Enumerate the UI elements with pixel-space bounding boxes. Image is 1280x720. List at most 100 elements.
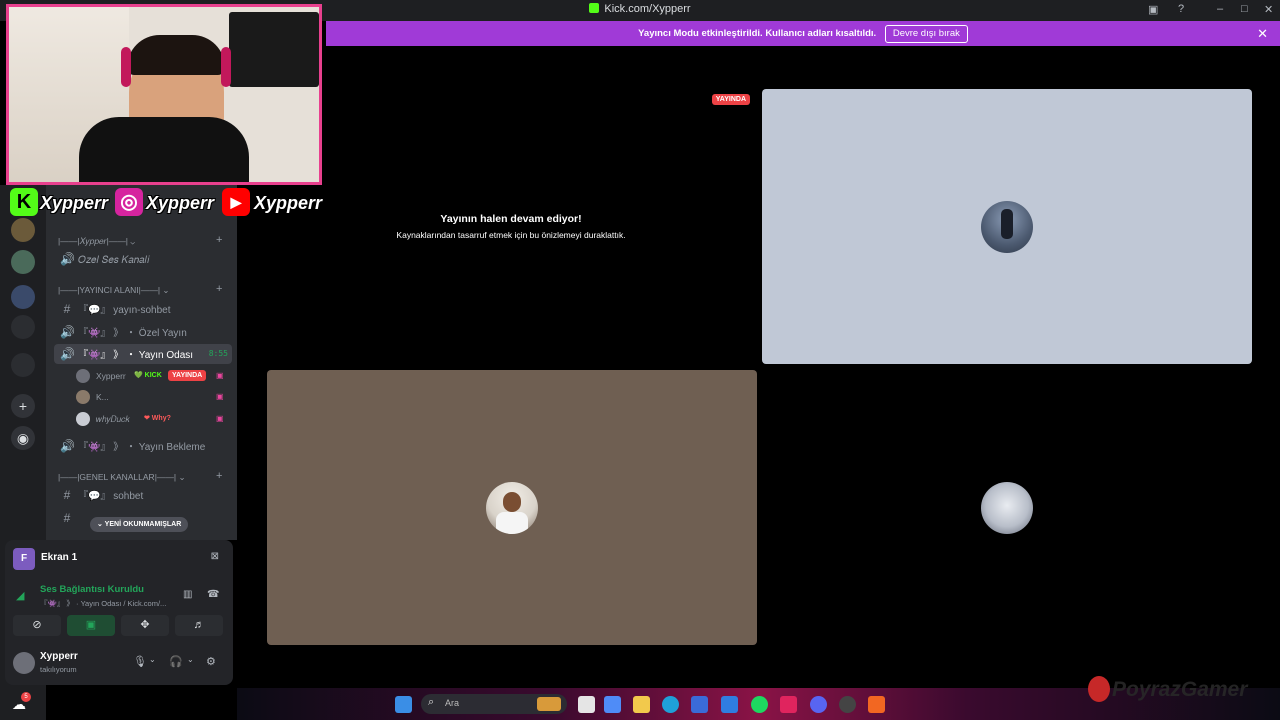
- chevron-down-icon[interactable]: ⌄: [149, 655, 156, 664]
- speaker-icon: 🔊: [60, 439, 75, 453]
- notice-close-icon[interactable]: ✕: [1257, 21, 1268, 46]
- watermark: PoyrazGamer: [1088, 672, 1258, 708]
- search-icon: ⌕: [428, 696, 435, 708]
- streamer-hair: [127, 35, 225, 75]
- avatar: [76, 412, 90, 426]
- category-header[interactable]: |——|GENEL KANALLAR|——| ⌄ +: [58, 470, 222, 483]
- minimize-button[interactable]: –: [1217, 3, 1223, 15]
- participant-tile[interactable]: [762, 89, 1252, 364]
- add-server-icon[interactable]: +: [11, 394, 35, 418]
- speaker-icon: 🔊: [60, 347, 75, 361]
- voice-user[interactable]: 𝑤ℎ𝑦𝐷𝑢𝑐𝑘 ❤ Why? ▣: [76, 410, 232, 428]
- stream-icon: ▣: [216, 371, 224, 380]
- screen-share-button[interactable]: ▣: [67, 615, 115, 636]
- add-channel-icon[interactable]: +: [216, 283, 222, 295]
- stream-tile[interactable]: YAYINDA Yayının halen devam ediyor! Kayn…: [266, 89, 756, 364]
- maximize-button[interactable]: □: [1241, 3, 1248, 15]
- participant-tile[interactable]: [762, 370, 1252, 645]
- call-stage: YAYINDA Yayının halen devam ediyor! Kayn…: [237, 46, 1280, 720]
- chevron-down-icon: ⌄: [178, 472, 186, 482]
- gear-icon[interactable]: ⚙: [206, 655, 216, 668]
- notification-badge: 5: [21, 692, 31, 702]
- add-channel-icon[interactable]: +: [216, 234, 222, 246]
- edge-icon[interactable]: [662, 696, 679, 713]
- connection-icon[interactable]: ◢: [16, 589, 24, 602]
- widgets-icon[interactable]: [604, 696, 621, 713]
- activities-icon: ✥: [140, 619, 150, 631]
- windows-start-icon[interactable]: [395, 696, 412, 713]
- speaker-icon: 🔊: [60, 252, 75, 266]
- stream-paused-subtitle: Kaynaklarından tasarruf etmek için bu ön…: [396, 230, 626, 240]
- mail-icon[interactable]: [721, 696, 738, 713]
- screen-share-icon: F: [13, 548, 35, 570]
- streamer-shirt: [79, 117, 249, 182]
- channel-sohbet[interactable]: # 『💬』 sohbet: [54, 485, 232, 505]
- disconnect-icon[interactable]: ☎: [207, 589, 219, 600]
- soundboard-icon: ♬: [193, 619, 205, 631]
- participant-avatar: [486, 481, 538, 534]
- headphone-icon: [121, 47, 131, 87]
- user-name[interactable]: Xypperr: [40, 651, 78, 662]
- channel-ozel-yayin[interactable]: 🔊 『👾』 》 ・ Özel Yayın: [54, 322, 232, 342]
- user-tag: 💚 KICK: [134, 372, 162, 379]
- spotify-icon[interactable]: [751, 696, 768, 713]
- app-icon[interactable]: [868, 696, 885, 713]
- stop-screen-share-icon[interactable]: ⊠: [211, 551, 219, 562]
- disable-streamer-mode-button[interactable]: Devre dışı bırak: [884, 25, 968, 43]
- server-icon[interactable]: [11, 285, 35, 309]
- noise-suppression-icon[interactable]: ▥: [183, 589, 192, 600]
- channel-yayin-sohbet[interactable]: # 『💬』 yayın-sohbet: [54, 299, 232, 319]
- category-header[interactable]: |——|YAYINCI ALANI|——| ⌄ +: [58, 283, 222, 296]
- opera-icon[interactable]: [780, 696, 797, 713]
- camera-off-icon: ⊘: [32, 619, 42, 631]
- voice-user-name: K...: [96, 392, 109, 402]
- screen-share-icon: ▣: [85, 619, 97, 631]
- activities-button[interactable]: ✥: [121, 615, 169, 636]
- channel-yayin-odasi[interactable]: 🔊 『👾』 》 ・ Yayın Odası 8:55: [54, 344, 232, 364]
- discord-icon[interactable]: [810, 696, 827, 713]
- task-view-icon[interactable]: [578, 696, 595, 713]
- live-badge: YAYINDA: [168, 370, 207, 381]
- participant-avatar: [981, 200, 1033, 253]
- voice-user[interactable]: Xypperr 💚 KICK YAYINDA ▣: [76, 367, 232, 385]
- server-icon[interactable]: [11, 353, 35, 377]
- taskbar-search[interactable]: ⌕ Ara: [421, 694, 567, 714]
- add-channel-icon[interactable]: +: [216, 470, 222, 482]
- voice-user-name: Xypperr: [96, 371, 126, 381]
- instagram-handle: Xypperr: [146, 193, 215, 213]
- webcam-overlay: [6, 4, 322, 185]
- channel-yayin-bekleme[interactable]: 🔊 『👾』 》 ・ Yayın Bekleme: [54, 436, 232, 456]
- hashtag-icon: #: [63, 488, 71, 502]
- youtube-icon: ▶: [222, 188, 250, 216]
- server-icon[interactable]: [11, 315, 35, 339]
- discover-icon[interactable]: ◉: [11, 426, 35, 450]
- avatar[interactable]: [13, 652, 35, 674]
- obs-icon[interactable]: [839, 696, 856, 713]
- participant-tile[interactable]: [267, 370, 757, 645]
- store-icon[interactable]: [691, 696, 708, 713]
- category-header[interactable]: |——|𝑋𝑦𝑝𝑝𝑒𝑟|——| ⌄ +: [58, 234, 222, 247]
- close-window-button[interactable]: ✕: [1264, 3, 1273, 16]
- notice-text: Yayıncı Modu etkinleştirildi. Kullanıcı …: [638, 28, 877, 39]
- cast-icon[interactable]: ▣: [1148, 3, 1158, 16]
- streamer-mode-notice: Yayıncı Modu etkinleştirildi. Kullanıcı …: [326, 21, 1280, 46]
- microphone-icon[interactable]: 🎙: [133, 655, 147, 668]
- stream-icon: ▣: [216, 414, 224, 423]
- unread-messages-pill[interactable]: ⌄ YENİ OKUNMAMIŞLAR: [90, 517, 189, 532]
- voice-status[interactable]: Ses Bağlantısı Kuruldu: [40, 584, 144, 595]
- channel-ozel-ses[interactable]: 🔊 𝑂𝑧𝑒𝑙 𝑆𝑒𝑠 𝐾𝑎𝑛𝑎𝑙𝑖: [54, 249, 232, 269]
- instagram-icon: ◎: [115, 188, 143, 216]
- screen-share-row: F Ekran 1 ⊠: [13, 548, 225, 570]
- file-explorer-icon[interactable]: [633, 696, 650, 713]
- chevron-down-icon[interactable]: ⌄: [187, 655, 194, 664]
- help-icon[interactable]: ?: [1178, 3, 1184, 15]
- camera-off-button[interactable]: ⊘: [13, 615, 61, 636]
- screen-share-name: Ekran 1: [41, 552, 78, 563]
- soundboard-button[interactable]: ♬: [175, 615, 223, 636]
- speaker-icon: 🔊: [60, 325, 75, 339]
- headphones-icon[interactable]: 🎧: [169, 655, 183, 668]
- server-icon[interactable]: [11, 250, 35, 274]
- kick-handle: Xypperr: [40, 193, 109, 213]
- voice-channel-detail: 『👾』 》 · Yayın Odası / Kick.com/...: [40, 599, 167, 608]
- voice-user[interactable]: K... ▣: [76, 388, 232, 406]
